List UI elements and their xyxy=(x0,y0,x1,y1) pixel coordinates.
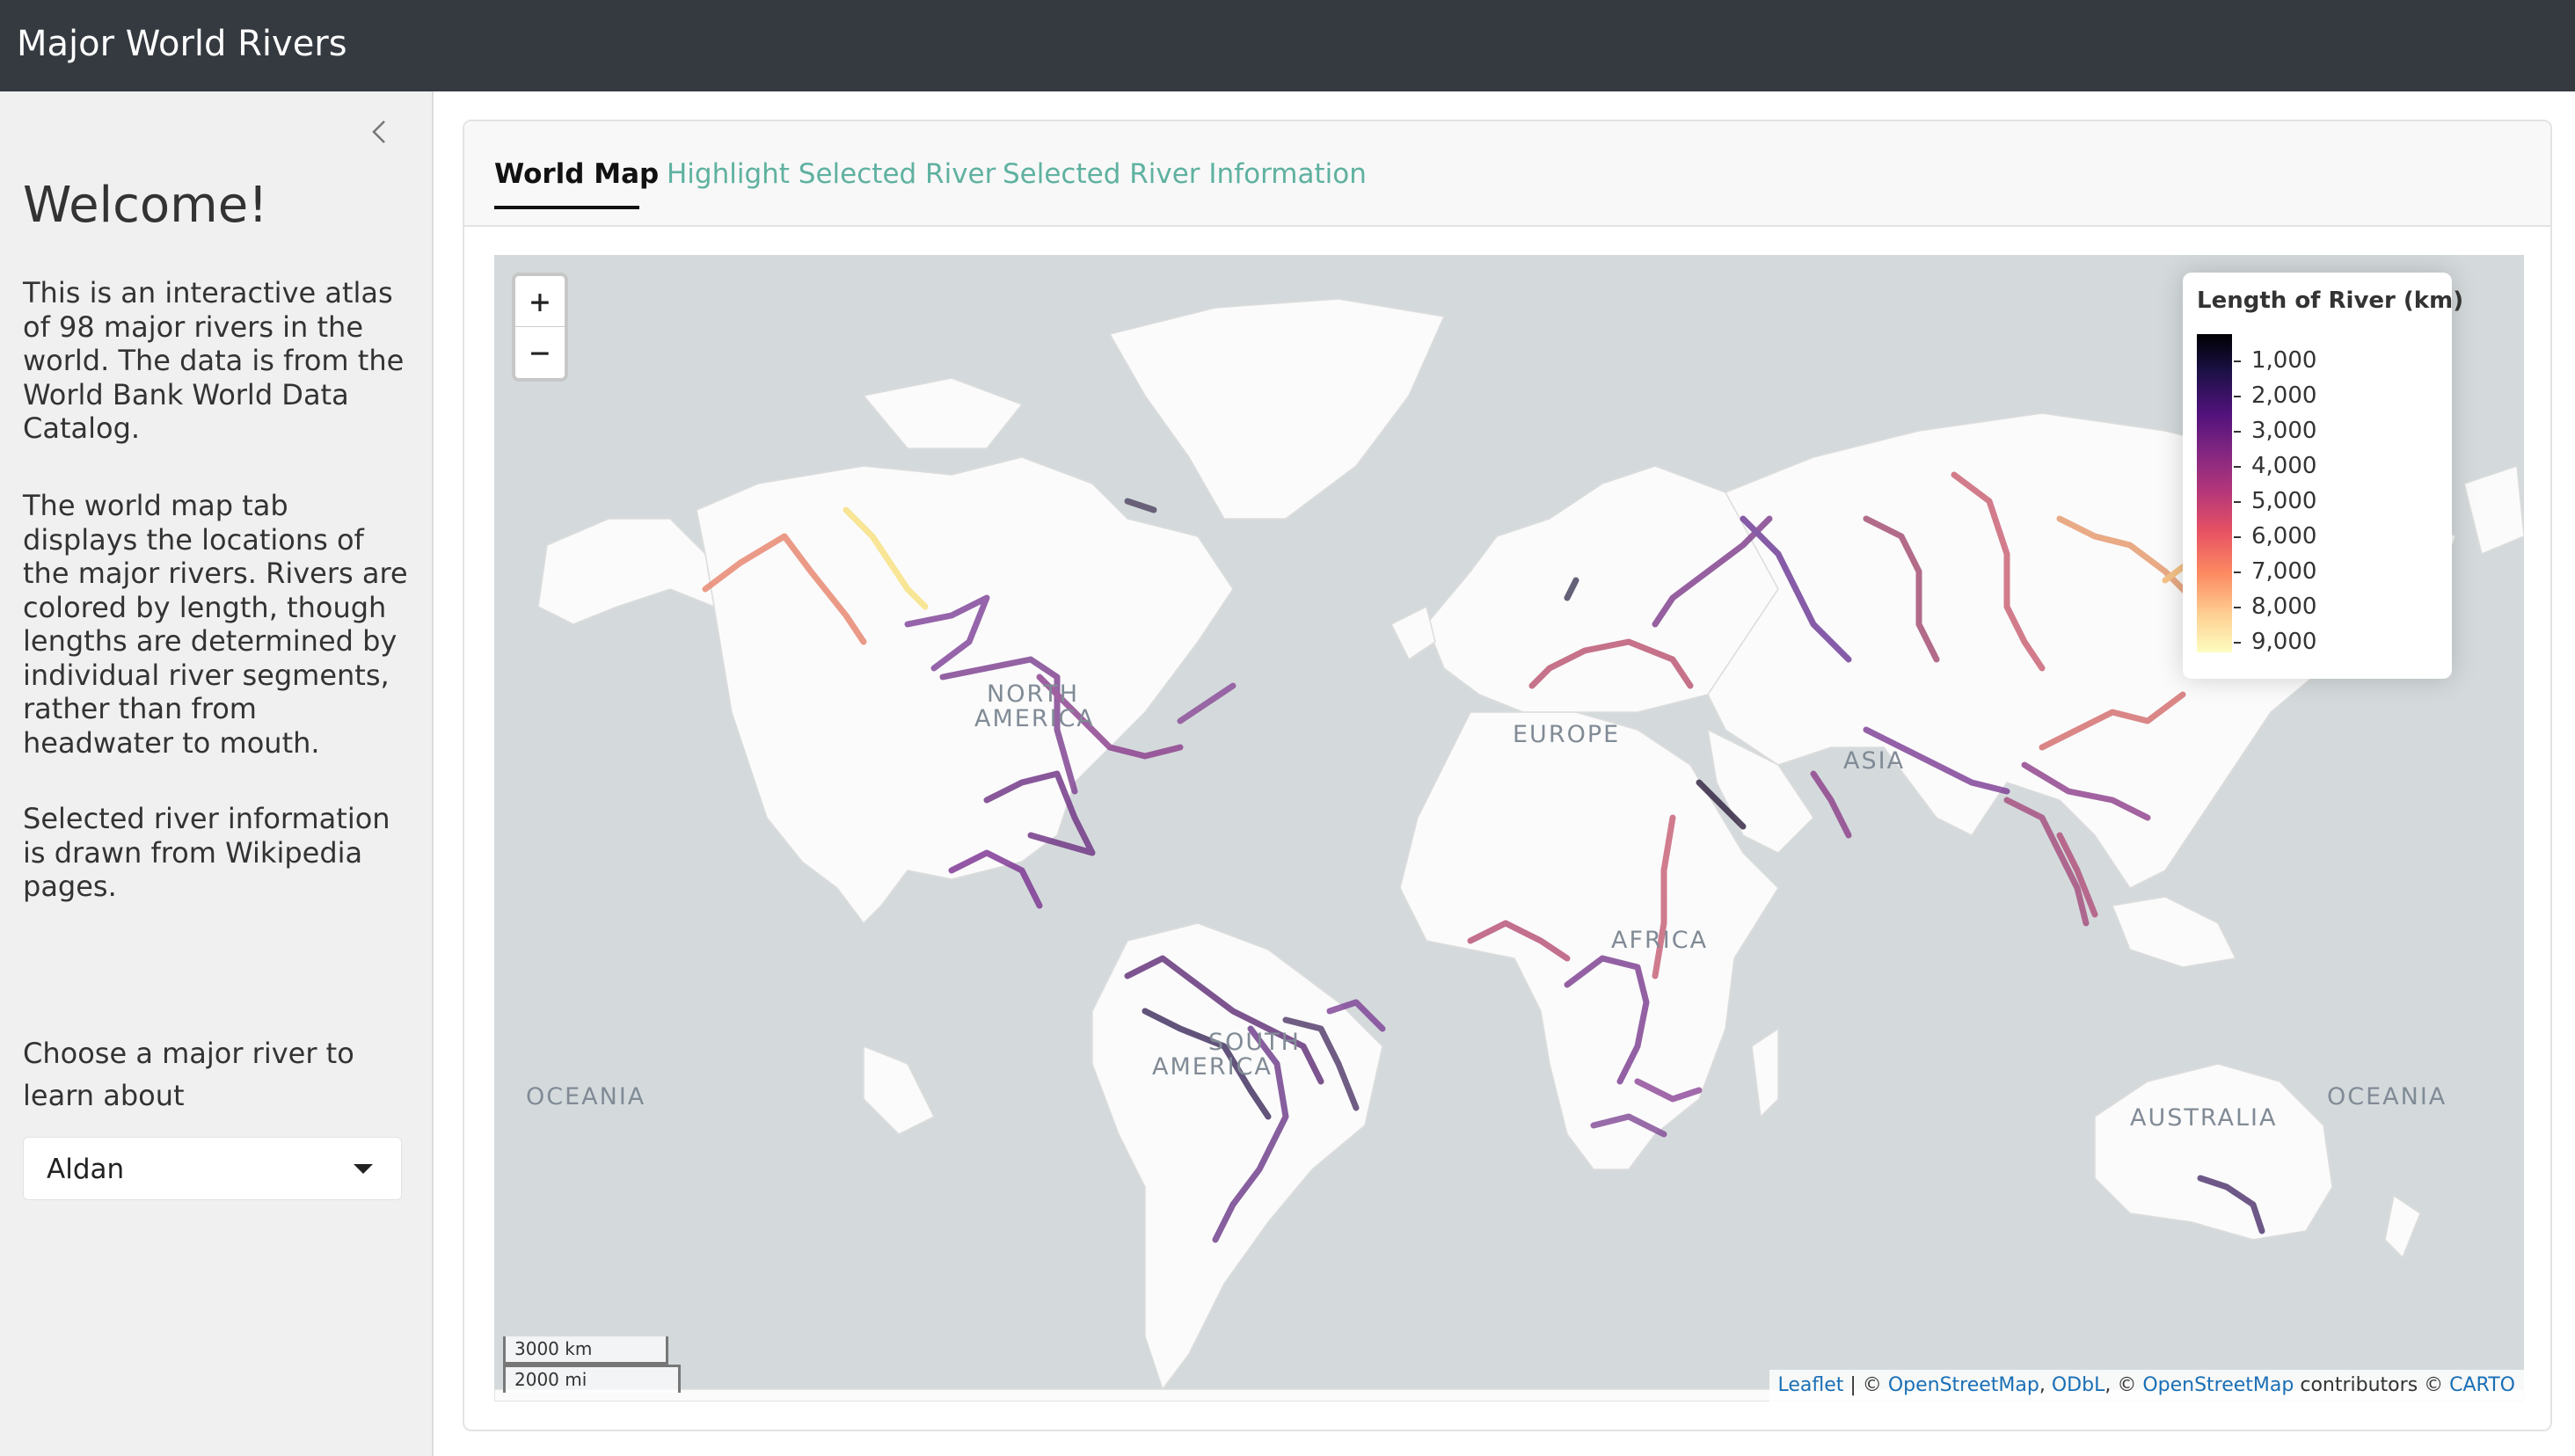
app-title: Major World Rivers xyxy=(17,24,347,64)
landmass-new-zealand xyxy=(2384,1194,2421,1259)
leaflet-link[interactable]: Leaflet xyxy=(1778,1374,1844,1396)
landmass-madagascar xyxy=(1751,1027,1779,1118)
label-north-america-2: AMERICA xyxy=(974,705,1095,732)
map-legend: Length of River (km) 1,000 2,000 3,000 4… xyxy=(2183,273,2463,679)
river-select-label: Choose a major river to learn about xyxy=(23,1037,354,1112)
river-select-value: Aldan xyxy=(47,1154,125,1185)
attribution-separator: | © xyxy=(1843,1374,1888,1396)
label-europe: EUROPE xyxy=(1513,721,1621,748)
legend-label: 3,000 xyxy=(2251,418,2317,444)
label-oceania-east: OCEANIA xyxy=(2327,1083,2447,1110)
tab-highlight-selected-river[interactable]: Highlight Selected River xyxy=(667,157,996,192)
zoom-out-button[interactable]: − xyxy=(515,327,565,378)
legend-label: 2,000 xyxy=(2251,382,2317,409)
river-salween xyxy=(2056,832,2098,918)
legend-tick xyxy=(2234,501,2241,503)
river-indus xyxy=(1810,770,1852,839)
caret-down-icon xyxy=(354,1164,373,1174)
attribution-comma: , xyxy=(2039,1374,2052,1396)
landmass-indonesia xyxy=(2111,896,2237,968)
openstreetmap-link[interactable]: OpenStreetMap xyxy=(1888,1374,2039,1396)
intro-paragraph: This is an interactive atlas of 98 major… xyxy=(23,276,405,445)
legend-tick xyxy=(2234,536,2241,538)
tab-bar: World Map Highlight Selected River Selec… xyxy=(464,121,2550,227)
attribution-separator: , © xyxy=(2104,1374,2143,1396)
label-asia: ASIA xyxy=(1843,747,1906,775)
label-australia: AUSTRALIA xyxy=(2130,1104,2278,1132)
source-paragraph: Selected river information is drawn from… xyxy=(23,802,390,903)
landmass-north-america xyxy=(696,456,1234,925)
legend-title: Length of River (km) xyxy=(2197,288,2464,314)
tab-selected-river-information[interactable]: Selected River Information xyxy=(1003,157,1367,192)
map-attribution: Leaflet | © OpenStreetMap, ODbL, © OpenS… xyxy=(1769,1370,2524,1401)
landmass-australia xyxy=(2094,1063,2333,1241)
welcome-heading: Welcome! xyxy=(23,177,268,234)
legend-color-bar xyxy=(2197,334,2232,652)
legend-tick xyxy=(2234,607,2241,608)
river-baffin xyxy=(1124,498,1157,513)
navbar: Major World Rivers xyxy=(0,0,2575,91)
legend-label: 6,000 xyxy=(2251,523,2317,550)
legend-tick xyxy=(2234,431,2241,433)
chevron-left-icon[interactable] xyxy=(362,114,398,149)
legend-label: 9,000 xyxy=(2251,629,2317,655)
legend-label: 4,000 xyxy=(2251,453,2317,479)
label-south-america-2: AMERICA xyxy=(1152,1053,1273,1081)
landmass-far-east xyxy=(2463,464,2524,556)
legend-label: 7,000 xyxy=(2251,558,2317,585)
legend-tick xyxy=(2234,571,2241,573)
legend-label: 1,000 xyxy=(2251,347,2317,374)
openstreetmap-link[interactable]: OpenStreetMap xyxy=(2142,1374,2294,1396)
landmass-uk xyxy=(1390,605,1436,661)
label-oceania-west: OCEANIA xyxy=(526,1083,646,1110)
zoom-control: + − xyxy=(512,273,568,382)
zoom-in-button[interactable]: + xyxy=(515,276,565,327)
legend-label: 5,000 xyxy=(2251,488,2317,514)
river-select[interactable]: Aldan xyxy=(23,1137,402,1200)
scale-bar-mi: 2000 mi xyxy=(503,1365,681,1393)
sidebar: Welcome! This is an interactive atlas of… xyxy=(0,91,434,1456)
landmass-central-america xyxy=(863,1045,936,1135)
river-st-lawrence xyxy=(1177,682,1236,724)
world-map[interactable]: + − NORTH AMERICA SOUTH AMERICA EUROPE A… xyxy=(494,255,2524,1401)
legend-label: 8,000 xyxy=(2251,593,2317,620)
tab-world-map[interactable]: World Map xyxy=(494,157,659,192)
label-africa: AFRICA xyxy=(1611,927,1709,954)
carto-link[interactable]: CARTO xyxy=(2449,1374,2515,1396)
main-card: World Map Highlight Selected River Selec… xyxy=(463,120,2552,1431)
odbl-link[interactable]: ODbL xyxy=(2052,1374,2104,1396)
landmass-arctic-islands xyxy=(862,377,1024,449)
legend-tick xyxy=(2234,642,2241,644)
attribution-contributors: contributors © xyxy=(2294,1374,2450,1396)
map-description-paragraph: The world map tab displays the locations… xyxy=(23,489,408,760)
active-tab-indicator xyxy=(494,206,639,209)
landmass-alaska xyxy=(537,518,715,625)
landmass-greenland xyxy=(1108,298,1446,520)
legend-tick xyxy=(2234,396,2241,397)
landmass-south-america xyxy=(1091,922,1383,1391)
scale-bar-km: 3000 km xyxy=(503,1336,668,1365)
legend-tick xyxy=(2234,360,2241,362)
legend-tick xyxy=(2234,466,2241,468)
